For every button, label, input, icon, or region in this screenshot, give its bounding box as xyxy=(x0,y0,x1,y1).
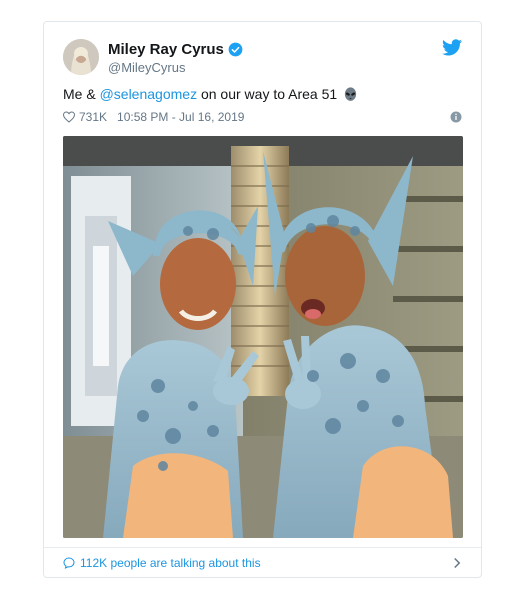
alien-emoji-icon xyxy=(345,86,357,101)
speech-bubble-icon xyxy=(63,557,75,569)
tweet-footer[interactable]: 112K people are talking about this xyxy=(44,547,481,579)
verified-badge-icon xyxy=(228,42,243,57)
tweet-meta: 731K 10:58 PM - Jul 16, 2019 xyxy=(63,110,244,124)
tweet-text: Me & @selenagomez on our way to Area 51 xyxy=(63,86,358,102)
tweet-text-before: Me & xyxy=(63,86,100,102)
avatar[interactable] xyxy=(63,39,99,75)
twitter-bird-icon[interactable] xyxy=(442,39,462,56)
author-name-text[interactable]: Miley Ray Cyrus xyxy=(108,41,224,58)
talking-count-text[interactable]: 112K people are talking about this xyxy=(80,556,261,570)
author-name[interactable]: Miley Ray Cyrus xyxy=(108,41,243,58)
info-icon[interactable] xyxy=(450,111,462,123)
mention-link[interactable]: @selenagomez xyxy=(100,86,198,102)
timestamp[interactable]: 10:58 PM - Jul 16, 2019 xyxy=(117,110,244,124)
tweet-card: Miley Ray Cyrus @MileyCyrus Me & @selena… xyxy=(43,21,482,578)
author-handle[interactable]: @MileyCyrus xyxy=(108,60,185,75)
chevron-right-icon[interactable] xyxy=(452,557,462,569)
heart-icon[interactable] xyxy=(63,111,75,123)
like-count[interactable]: 731K xyxy=(79,110,107,124)
tweet-text-after: on our way to Area 51 xyxy=(197,86,338,102)
conversation-link[interactable]: 112K people are talking about this xyxy=(63,556,261,570)
tweet-photo[interactable] xyxy=(63,136,463,538)
